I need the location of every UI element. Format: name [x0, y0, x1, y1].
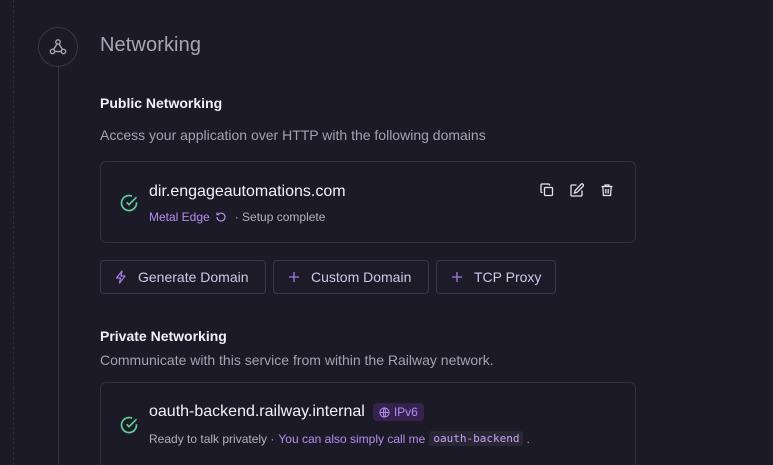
public-domain-card: dir.engageautomations.com Metal Edge · S…: [100, 161, 636, 243]
public-domain-meta: Metal Edge · Setup complete: [149, 210, 325, 224]
check-circle-icon: [120, 194, 138, 212]
public-networking-description: Access your application over HTTP with t…: [100, 127, 486, 143]
alias-code[interactable]: oauth-backend: [429, 431, 524, 446]
ready-status: Ready to talk privately ·: [149, 431, 275, 446]
section-rail: [58, 66, 59, 465]
setup-status: · Setup complete: [234, 210, 326, 224]
domain-actions: [539, 182, 615, 198]
plus-icon: [450, 270, 464, 284]
private-networking-title: Private Networking: [100, 328, 227, 344]
public-domain-name[interactable]: dir.engageautomations.com: [149, 183, 346, 201]
private-domain-row: oauth-backend.railway.internal IPv6: [149, 403, 424, 421]
private-domain-name[interactable]: oauth-backend.railway.internal: [149, 403, 365, 421]
copy-icon[interactable]: [539, 182, 555, 198]
refresh-icon[interactable]: [215, 211, 227, 223]
plus-icon: [287, 270, 301, 284]
network-icon: [38, 27, 78, 67]
lightning-icon: [114, 270, 128, 284]
networking-panel: Networking Public Networking Access your…: [0, 0, 773, 465]
ipv6-label: IPv6: [393, 405, 418, 419]
edge-label[interactable]: Metal Edge: [149, 210, 210, 224]
custom-domain-button[interactable]: Custom Domain: [273, 260, 429, 294]
private-networking-description: Communicate with this service from withi…: [100, 352, 494, 368]
private-domain-meta: Ready to talk privately · You can also s…: [149, 431, 530, 446]
private-domain-card: oauth-backend.railway.internal IPv6 Read…: [100, 382, 636, 465]
edit-icon[interactable]: [569, 182, 585, 198]
globe-icon: [379, 406, 390, 418]
alias-hint-link[interactable]: You can also simply call me: [278, 432, 425, 446]
tcp-proxy-label: TCP Proxy: [474, 269, 542, 285]
check-circle-icon: [120, 416, 138, 434]
public-networking-title: Public Networking: [100, 95, 223, 111]
outer-rail: [13, 0, 14, 465]
tcp-proxy-button[interactable]: TCP Proxy: [436, 260, 556, 294]
alias-suffix: .: [526, 431, 530, 446]
trash-icon[interactable]: [599, 182, 615, 198]
generate-domain-button[interactable]: Generate Domain: [100, 260, 266, 294]
ipv6-badge: IPv6: [372, 403, 424, 421]
custom-domain-label: Custom Domain: [311, 269, 412, 285]
section-title: Networking: [100, 34, 202, 56]
generate-domain-label: Generate Domain: [138, 269, 249, 285]
